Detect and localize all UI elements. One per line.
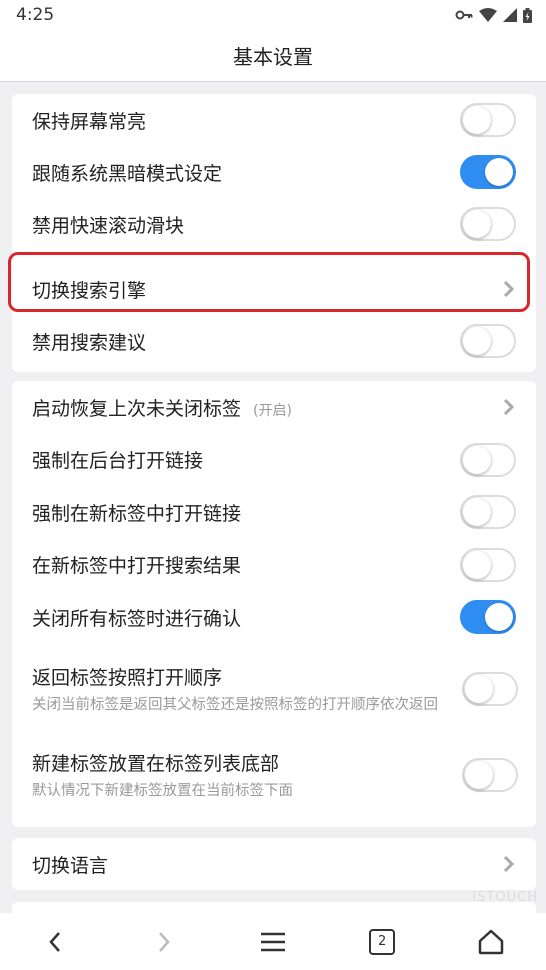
tabs-button[interactable]: 2 [352, 913, 412, 970]
toggle-switch[interactable] [462, 758, 518, 792]
setting-label: 在新标签中打开搜索结果 [32, 555, 242, 577]
setting-label: 禁用搜索建议 [32, 331, 147, 354]
toggle-switch[interactable] [460, 324, 516, 358]
toggle-switch[interactable] [462, 672, 518, 706]
back-button[interactable] [25, 913, 85, 970]
setting-disable-fast-scroll[interactable]: 禁用快速滚动滑块 [12, 198, 536, 250]
watermark: ISTOUCH [472, 890, 538, 905]
setting-search-results-new-tab[interactable]: 在新标签中打开搜索结果 [12, 538, 536, 591]
page-title: 基本设置 [233, 45, 313, 69]
battery-icon [523, 7, 532, 23]
setting-switch-language[interactable]: 切换语言 [12, 838, 536, 890]
toggle-switch[interactable] [460, 103, 516, 137]
toggle-switch[interactable] [460, 155, 516, 189]
setting-force-new-tab-links[interactable]: 强制在新标签中打开链接 [12, 486, 536, 538]
chevron-right-icon [503, 855, 515, 873]
setting-description: 默认情况下新建标签放置在当前标签下面 [32, 782, 293, 799]
page-title-bar: 基本设置 [0, 30, 546, 82]
setting-label: 切换语言 [32, 854, 109, 877]
setting-label: 新建标签放置在标签列表底部 [32, 752, 280, 775]
setting-label: 强制在新标签中打开链接 [32, 502, 242, 525]
chevron-right-icon [503, 280, 515, 298]
setting-new-tab-at-bottom[interactable]: 新建标签放置在标签列表底部 默认情况下新建标签放置在当前标签下面 [12, 735, 536, 815]
setting-switch-search-engine[interactable]: 切换搜索引擎 [12, 263, 536, 315]
settings-card-language: 切换语言 [12, 838, 536, 890]
vpn-key-icon [455, 10, 473, 20]
setting-confirm-close-all-tabs[interactable]: 关闭所有标签时进行确认 [12, 591, 536, 643]
toggle-switch[interactable] [460, 495, 516, 529]
setting-status-hint: (开启) [253, 402, 292, 419]
setting-label: 切换搜索引擎 [32, 279, 147, 302]
setting-return-tab-order[interactable]: 返回标签按照打开顺序 关闭当前标签是返回其父标签还是按照标签的打开顺序依次返回 [12, 643, 536, 735]
chevron-right-icon [158, 931, 170, 952]
setting-label: 返回标签按照打开顺序 [32, 666, 223, 689]
toggle-switch[interactable] [460, 547, 516, 582]
menu-button[interactable] [243, 913, 303, 970]
status-time: 4:25 [16, 5, 55, 25]
setting-description: 关闭当前标签是返回其父标签还是按照标签的打开顺序依次返回 [32, 696, 438, 713]
tab-count-badge: 2 [369, 928, 396, 955]
setting-label: 强制在后台打开链接 [32, 450, 204, 472]
home-button[interactable] [461, 913, 521, 970]
setting-restore-tabs[interactable]: 启动恢复上次未关闭标签 (开启) [12, 381, 536, 433]
wifi-icon [479, 8, 497, 22]
setting-label: 保持屏幕常亮 [32, 110, 147, 133]
chevron-left-icon [48, 931, 60, 952]
forward-button[interactable] [134, 913, 194, 970]
setting-label: 关闭所有标签时进行确认 [32, 607, 242, 630]
signal-icon [503, 8, 517, 22]
setting-label: 启动恢复上次未关闭标签 [32, 397, 242, 420]
toggle-switch[interactable] [460, 207, 516, 241]
setting-disable-search-suggestions[interactable]: 禁用搜索建议 [12, 315, 536, 367]
setting-force-background-links[interactable]: 强制在后台打开链接 [12, 433, 536, 486]
toggle-switch[interactable] [460, 600, 516, 634]
settings-card-tabs: 启动恢复上次未关闭标签 (开启) 强制在后台打开链接 强制在新标签中打开链接 在… [12, 381, 536, 827]
setting-follow-dark-mode[interactable]: 跟随系统黑暗模式设定 [12, 146, 536, 198]
setting-label: 禁用快速滚动滑块 [32, 214, 185, 237]
settings-card-display: 保持屏幕常亮 跟随系统黑暗模式设定 禁用快速滚动滑块 切换搜索引擎 禁用搜索建议 [12, 94, 536, 372]
status-icons [455, 7, 532, 23]
setting-keep-screen-on[interactable]: 保持屏幕常亮 [12, 94, 536, 146]
setting-label: 跟随系统黑暗模式设定 [32, 162, 223, 185]
status-bar: 4:25 [0, 0, 546, 30]
home-icon [479, 929, 504, 954]
toggle-switch[interactable] [460, 442, 516, 477]
menu-icon [260, 932, 285, 951]
bottom-navigation-bar: 2 [0, 913, 546, 970]
chevron-right-icon [503, 398, 515, 416]
